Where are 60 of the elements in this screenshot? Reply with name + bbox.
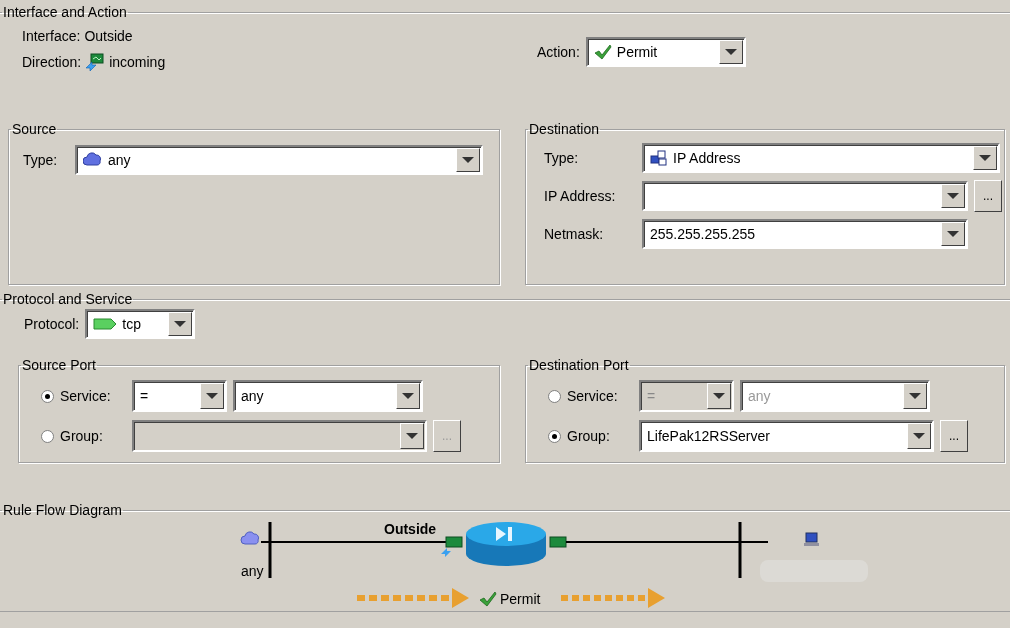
action-label: Permit	[500, 591, 541, 607]
cloud-icon	[83, 152, 103, 168]
section-title: Interface and Action	[2, 4, 128, 20]
protocol-label: Protocol:	[24, 316, 80, 332]
option-label: Group:	[60, 428, 104, 444]
group-dropdown[interactable]: LifePak12RSServer	[639, 420, 934, 452]
action-dropdown[interactable]: Permit	[585, 37, 746, 67]
router-icon	[466, 522, 546, 566]
computer-icon	[804, 532, 819, 546]
option-label: Service:	[60, 388, 112, 404]
dropdown-arrow-button[interactable]	[941, 184, 965, 208]
field-label: Netmask:	[544, 226, 605, 242]
tag-icon	[93, 318, 118, 330]
cloud-icon	[240, 531, 260, 545]
source-label: any	[241, 563, 264, 579]
section-title: Destination	[528, 121, 601, 137]
dropdown-arrow-button[interactable]	[941, 222, 965, 246]
network-arrow-icon	[85, 53, 106, 71]
protocol-dropdown[interactable]: tcp	[85, 309, 196, 339]
boundary-line	[268, 522, 272, 578]
browse-button[interactable]: ...	[974, 180, 1002, 212]
section-title: Source	[11, 121, 58, 137]
operator-dropdown[interactable]: =	[132, 380, 227, 412]
dropdown-field[interactable]: 255.255.255.255	[642, 219, 968, 249]
source-type-dropdown[interactable]: any	[75, 145, 483, 175]
option-label: Group:	[567, 428, 611, 444]
dropdown-arrow-button[interactable]	[456, 148, 480, 172]
dropdown-arrow-button[interactable]	[907, 423, 931, 449]
direction-value: incoming	[109, 54, 166, 70]
network-hosts-icon	[650, 150, 668, 166]
interface-label: Outside	[384, 521, 437, 537]
checkmark-icon	[593, 44, 612, 60]
interface-icon	[549, 536, 567, 548]
section-title: Protocol and Service	[2, 291, 134, 307]
section-title: Rule Flow Diagram	[2, 502, 124, 518]
action-label: Action:	[537, 44, 580, 60]
interface-label: Interface:	[22, 28, 81, 44]
dropdown-arrow-button[interactable]	[718, 40, 743, 64]
checkmark-icon	[479, 591, 497, 607]
dropdown-field[interactable]	[642, 181, 968, 211]
field-label: Type:	[544, 150, 580, 166]
section-title: Source Port	[21, 357, 97, 373]
dropdown-arrow-button[interactable]	[396, 383, 420, 409]
direction-label: Direction:	[22, 54, 82, 70]
type-label: Type:	[23, 152, 59, 168]
section-title: Destination Port	[528, 357, 630, 373]
dropdown-arrow-button[interactable]	[903, 383, 927, 409]
service-dropdown[interactable]: any	[233, 380, 423, 412]
radio-button[interactable]	[41, 389, 54, 403]
dropdown-arrow-button[interactable]	[168, 312, 193, 336]
field-label: IP Address:	[544, 188, 617, 204]
boundary-line	[738, 522, 742, 578]
option-label: Service:	[567, 388, 619, 404]
dropdown-arrow-button[interactable]	[200, 383, 224, 409]
browse-button[interactable]: ...	[940, 420, 968, 452]
interface-icon	[441, 536, 463, 557]
dropdown-field[interactable]: IP Address	[642, 143, 1000, 173]
radio-button[interactable]	[548, 429, 561, 443]
dropdown-arrow-button[interactable]	[973, 146, 997, 170]
interface-value: Outside	[84, 28, 133, 44]
